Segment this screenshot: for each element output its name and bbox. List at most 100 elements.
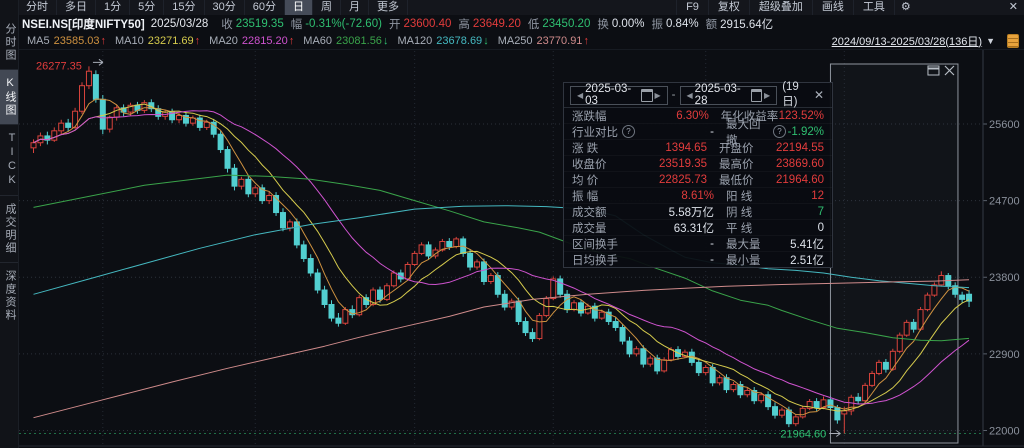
candle-body bbox=[814, 402, 819, 408]
range-days-count: (19日) bbox=[782, 81, 812, 109]
candle-body bbox=[502, 294, 507, 307]
tab-日[interactable]: 日 bbox=[285, 0, 313, 15]
tab-周[interactable]: 周 bbox=[313, 0, 341, 15]
tab-15分[interactable]: 15分 bbox=[164, 0, 204, 15]
sidebar-item-K线图[interactable]: K线图 bbox=[0, 69, 18, 124]
tab-60分[interactable]: 60分 bbox=[245, 0, 285, 15]
candle-body bbox=[447, 241, 452, 246]
symbol-name[interactable]: NSEI.NS[印度NIFTY50] bbox=[22, 16, 145, 32]
tab-30分[interactable]: 30分 bbox=[205, 0, 245, 15]
candle-body bbox=[551, 279, 556, 299]
stat-label: 成交额 bbox=[572, 204, 652, 220]
quote-bar: NSEI.NS[印度NIFTY50] 2025/03/28 收23519.35幅… bbox=[18, 15, 1024, 32]
tool-画线[interactable]: 画线 bbox=[812, 0, 853, 15]
stat-value: -1.92% bbox=[786, 126, 824, 138]
candle-body bbox=[897, 335, 902, 351]
candle-body bbox=[876, 362, 881, 373]
arrow-down-icon: ↓ bbox=[383, 35, 389, 47]
help-icon[interactable]: ? bbox=[622, 125, 635, 138]
arrow-up-icon: ↑ bbox=[583, 35, 589, 47]
sidebar-item-成交明细[interactable]: 成交明细 bbox=[0, 195, 18, 262]
candle-body bbox=[572, 303, 577, 310]
candle-body bbox=[960, 295, 965, 299]
quote-field-label: 开 bbox=[389, 16, 401, 32]
candle-body bbox=[613, 322, 618, 328]
arrow-up-icon: ↑ bbox=[289, 35, 295, 47]
tab-分时[interactable]: 分时 bbox=[18, 0, 57, 15]
ma-label: MA10 bbox=[115, 35, 144, 47]
stats-panel-header: ◀ 2025-03-03 ▶ - ◀ 2025-03-28 ▶ (19日) ✕ bbox=[564, 83, 832, 108]
tool-复权[interactable]: 复权 bbox=[708, 0, 749, 15]
tab-1分[interactable]: 1分 bbox=[96, 0, 130, 15]
candle-body bbox=[932, 285, 937, 295]
candle-body bbox=[773, 407, 778, 416]
quote-field-label: 换 bbox=[597, 16, 609, 32]
tab-多日[interactable]: 多日 bbox=[57, 0, 96, 15]
candle-body bbox=[717, 378, 722, 383]
next-start-date-icon[interactable]: ▶ bbox=[653, 91, 663, 100]
stat-label: 区间换手 bbox=[572, 236, 652, 252]
stat-label: 日均换手 bbox=[572, 252, 652, 268]
help-icon[interactable]: ? bbox=[773, 125, 786, 138]
candle-body bbox=[828, 400, 833, 408]
sidebar-item-深度资料[interactable]: 深度资料 bbox=[0, 262, 18, 329]
candle-body bbox=[329, 304, 334, 318]
candle-body bbox=[475, 262, 480, 267]
axis-label: 23800 bbox=[989, 272, 1020, 284]
candle-body bbox=[294, 222, 299, 245]
ma-item-MA10: MA1023271.69↑ bbox=[115, 35, 200, 47]
sidebar-item-TICK[interactable]: TICK bbox=[0, 124, 18, 195]
candlestick-chart[interactable]: 256002470023800229002200026277.3521964.6… bbox=[0, 0, 1024, 448]
tab-更多[interactable]: 更多 bbox=[369, 0, 408, 15]
quote-field-value: 23600.40 bbox=[403, 18, 451, 30]
next-end-date-icon[interactable]: ▶ bbox=[762, 91, 772, 100]
candle-body bbox=[52, 131, 57, 140]
quote-field-label: 收 bbox=[221, 16, 233, 32]
candle-body bbox=[454, 239, 459, 247]
tab-月[interactable]: 月 bbox=[341, 0, 369, 15]
quote-field-value: 2915.64亿 bbox=[720, 16, 773, 32]
candle-body bbox=[114, 108, 119, 117]
ma-bar: MA523585.03↑MA1023271.69↑MA2022815.20↑MA… bbox=[18, 32, 1024, 50]
left-sidebar: 分时图K线图TICK成交明细深度资料 bbox=[0, 0, 19, 448]
stat-value: - bbox=[652, 254, 714, 266]
toolbar-tools: F9复权超级叠加画线工具⚙ ✕ bbox=[676, 0, 1024, 15]
candle-body bbox=[177, 115, 182, 119]
stat-label: 最小量 bbox=[726, 252, 786, 268]
tool-工具[interactable]: 工具 bbox=[853, 0, 894, 15]
stats-row: 区间换手-最大量5.41亿 bbox=[564, 235, 832, 251]
tab-5分[interactable]: 5分 bbox=[130, 0, 164, 15]
candle-body bbox=[634, 349, 639, 354]
start-date-picker[interactable]: ◀ 2025-03-03 ▶ bbox=[570, 86, 668, 105]
quote-field-value: 23450.20 bbox=[542, 18, 590, 30]
calendar-icon[interactable] bbox=[641, 89, 652, 102]
stat-value: - bbox=[652, 126, 714, 138]
tool-F9[interactable]: F9 bbox=[676, 0, 708, 15]
chevron-down-icon[interactable]: ▼ bbox=[986, 36, 995, 46]
stat-label: 行业对比? bbox=[572, 124, 652, 140]
candle-body bbox=[488, 276, 493, 282]
panel-close-icon[interactable]: ✕ bbox=[812, 88, 826, 102]
candle-body bbox=[246, 179, 251, 193]
candle-body bbox=[204, 122, 209, 127]
stats-row: 日均换手-最小量2.51亿 bbox=[564, 251, 832, 267]
tool-超级叠加[interactable]: 超级叠加 bbox=[749, 0, 812, 15]
stat-value: 5.58万亿 bbox=[652, 204, 714, 220]
candle-body bbox=[468, 253, 473, 267]
candle-body bbox=[786, 410, 791, 424]
prev-end-date-icon[interactable]: ◀ bbox=[685, 91, 695, 100]
announcement-icon[interactable] bbox=[1007, 34, 1019, 48]
date-range-selector[interactable]: 2024/09/13-2025/03/28(136日) bbox=[832, 33, 982, 49]
calendar-icon[interactable] bbox=[751, 89, 762, 102]
gear-icon[interactable]: ⚙ bbox=[894, 0, 917, 15]
prev-start-date-icon[interactable]: ◀ bbox=[575, 91, 585, 100]
stat-value: 22825.73 bbox=[648, 174, 707, 186]
end-date-picker[interactable]: ◀ 2025-03-28 ▶ bbox=[680, 86, 778, 105]
sidebar-item-分时图[interactable]: 分时图 bbox=[0, 16, 18, 69]
candle-body bbox=[267, 196, 272, 201]
close-icon[interactable]: ✕ bbox=[1003, 0, 1024, 15]
ma-item-MA250: MA25023770.91↑ bbox=[498, 35, 589, 47]
quote-field-额: 额2915.64亿 bbox=[706, 16, 774, 32]
candle-body bbox=[378, 290, 383, 299]
candle-body bbox=[731, 385, 736, 390]
